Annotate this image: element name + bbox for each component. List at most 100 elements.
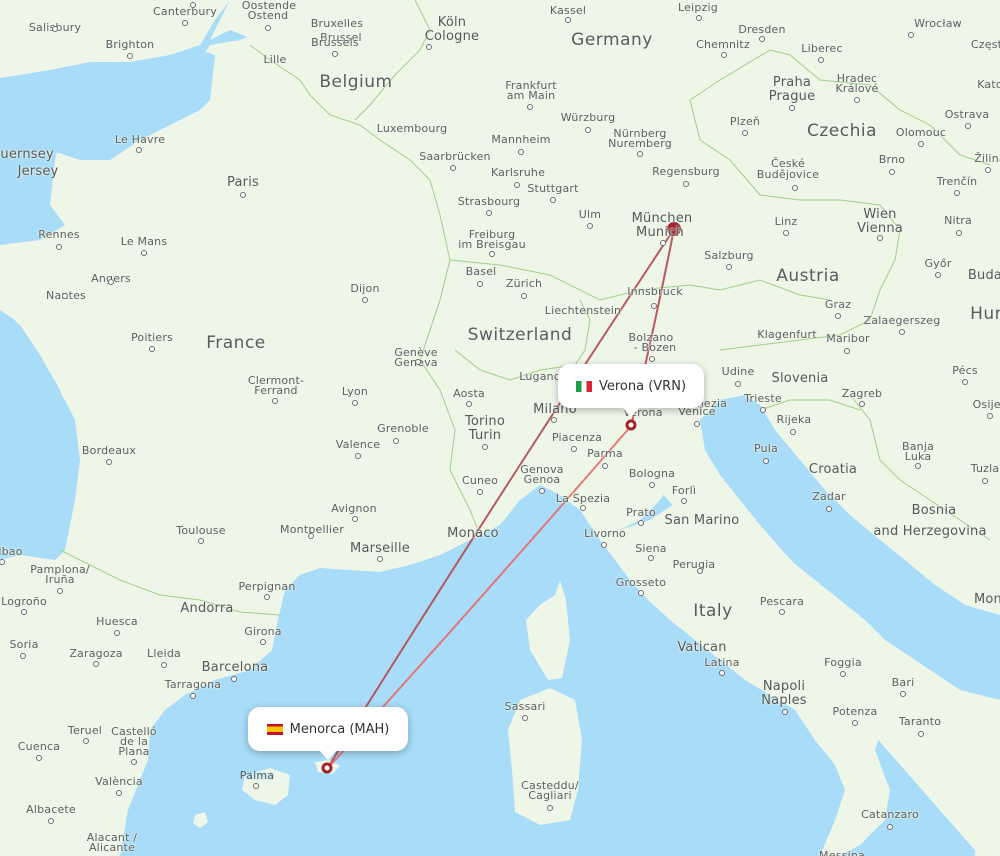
city-dot-icon <box>198 538 204 544</box>
city-dot-icon <box>742 130 748 136</box>
origin-popup[interactable]: Menorca (MAH) <box>248 707 408 760</box>
place-label-napoli1: Napoli <box>762 679 806 694</box>
place-label-forli: Forlì <box>671 484 697 497</box>
city-dot-icon <box>36 755 42 761</box>
destination-label: Verona (VRN) <box>598 378 687 394</box>
city-dot-icon <box>854 97 860 103</box>
place-label-pamplona2: Iruña <box>45 573 75 586</box>
menorca-airport-marker[interactable] <box>321 762 333 774</box>
place-label-poitiers: Poitiers <box>130 331 174 344</box>
place-label-cb2: Budějovice <box>756 168 820 181</box>
place-label-frankfurt2: am Main <box>506 89 556 102</box>
city-dot-icon <box>726 264 732 270</box>
city-dot-icon <box>649 356 655 362</box>
city-dot-icon <box>518 149 524 155</box>
place-label-potenza: Potenza <box>832 705 878 718</box>
city-dot-icon <box>789 105 795 111</box>
city-dot-icon <box>114 630 120 636</box>
place-label-latina: Latina <box>704 656 740 669</box>
city-dot-icon <box>987 413 993 419</box>
place-label-nurnberg2: Nuremberg <box>608 137 672 150</box>
city-dot-icon <box>352 400 358 406</box>
city-dot-icon <box>265 25 271 31</box>
place-label-linz: Linz <box>774 215 798 228</box>
place-label-lleida: Lleida <box>147 647 181 660</box>
place-label-dresden: Dresden <box>738 23 786 36</box>
place-label-brno: Brno <box>878 153 906 166</box>
place-label-guernsey: Guernsey <box>0 147 54 162</box>
city-dot-icon <box>840 671 846 677</box>
city-dot-icon <box>377 556 383 562</box>
place-label-hungary: Hun <box>970 304 1000 324</box>
place-label-monaco: Monaco <box>447 526 499 541</box>
city-dot-icon <box>681 498 687 504</box>
place-label-catanzaro: Catanzaro <box>861 808 919 821</box>
city-dot-icon <box>355 453 361 459</box>
place-label-plzen: Plzeň <box>729 115 761 128</box>
city-dot-icon <box>260 639 266 645</box>
place-label-zaragoza: Zaragoza <box>69 647 123 660</box>
city-dot-icon <box>547 805 553 811</box>
city-dot-icon <box>900 691 906 697</box>
map-canvas[interactable]: Germany Belgium Luxembourg France Switzerlan… <box>0 0 1000 856</box>
place-label-taranto: Taranto <box>898 715 942 728</box>
place-label-marseille: Marseille <box>350 541 410 556</box>
place-label-banja2: Luka <box>904 450 932 463</box>
place-label-logrono: Logroño <box>1 595 47 608</box>
city-dot-icon <box>477 489 483 495</box>
place-label-livorno: Livorno <box>584 527 626 540</box>
city-dot-icon <box>580 505 586 511</box>
city-dot-icon <box>56 244 62 250</box>
city-dot-icon <box>602 463 608 469</box>
place-label-strasbourg: Strasbourg <box>457 195 521 208</box>
city-dot-icon <box>352 516 358 522</box>
place-label-paris: Paris <box>227 175 259 190</box>
place-label-lemans: Le Mans <box>120 235 168 248</box>
city-dot-icon <box>694 421 700 427</box>
city-dot-icon <box>21 609 27 615</box>
place-label-rijeka: Rijeka <box>776 413 812 426</box>
city-dot-icon <box>908 32 914 38</box>
place-label-trieste: Trieste <box>744 392 782 405</box>
place-label-czest: Często <box>970 38 1000 51</box>
place-label-zala: Zalaegerszeg <box>863 314 941 327</box>
city-dot-icon <box>818 57 824 63</box>
place-label-grosseto: Grosseto <box>615 576 667 589</box>
city-dot-icon <box>415 359 421 365</box>
place-label-grenoble: Grenoble <box>377 422 429 435</box>
city-dot-icon <box>899 329 905 335</box>
place-label-valencia: València <box>95 775 143 788</box>
place-label-sanmarino: San Marino <box>664 513 740 528</box>
city-dot-icon <box>565 17 571 23</box>
place-label-messina: Messina <box>819 849 865 856</box>
place-label-liberec: Liberec <box>801 42 843 55</box>
city-dot-icon <box>264 594 270 600</box>
place-label-foggia: Foggia <box>824 656 862 669</box>
place-label-wien2: Vienna <box>857 221 903 236</box>
city-dot-icon <box>521 293 527 299</box>
place-label-parma: Parma <box>587 447 623 460</box>
place-label-liechtenstein: Liechtenstein <box>544 304 622 317</box>
city-dot-icon <box>93 661 99 667</box>
place-label-genova2: Genoa <box>523 473 561 486</box>
city-dot-icon <box>551 417 557 423</box>
city-dot-icon <box>477 281 483 287</box>
place-label-soria: Soria <box>9 638 39 651</box>
city-dot-icon <box>308 533 314 539</box>
city-dot-icon <box>792 185 798 191</box>
verona-airport-marker[interactable] <box>625 419 637 431</box>
place-label-siena: Siena <box>635 542 667 555</box>
city-dot-icon <box>571 446 577 452</box>
place-label-zurich: Zürich <box>505 277 543 290</box>
destination-popup[interactable]: Verona (VRN) <box>558 364 704 417</box>
italy-flag-icon <box>575 380 592 392</box>
place-label-hradec2: Králové <box>835 82 879 95</box>
city-dot-icon <box>62 293 68 299</box>
city-dot-icon <box>985 167 991 173</box>
place-label-tuzla: Tuzla <box>970 462 1000 475</box>
city-dot-icon <box>852 720 858 726</box>
city-dot-icon <box>601 542 607 548</box>
place-label-aosta: Aosta <box>453 387 485 400</box>
city-dot-icon <box>190 693 196 699</box>
city-dot-icon <box>108 279 114 285</box>
